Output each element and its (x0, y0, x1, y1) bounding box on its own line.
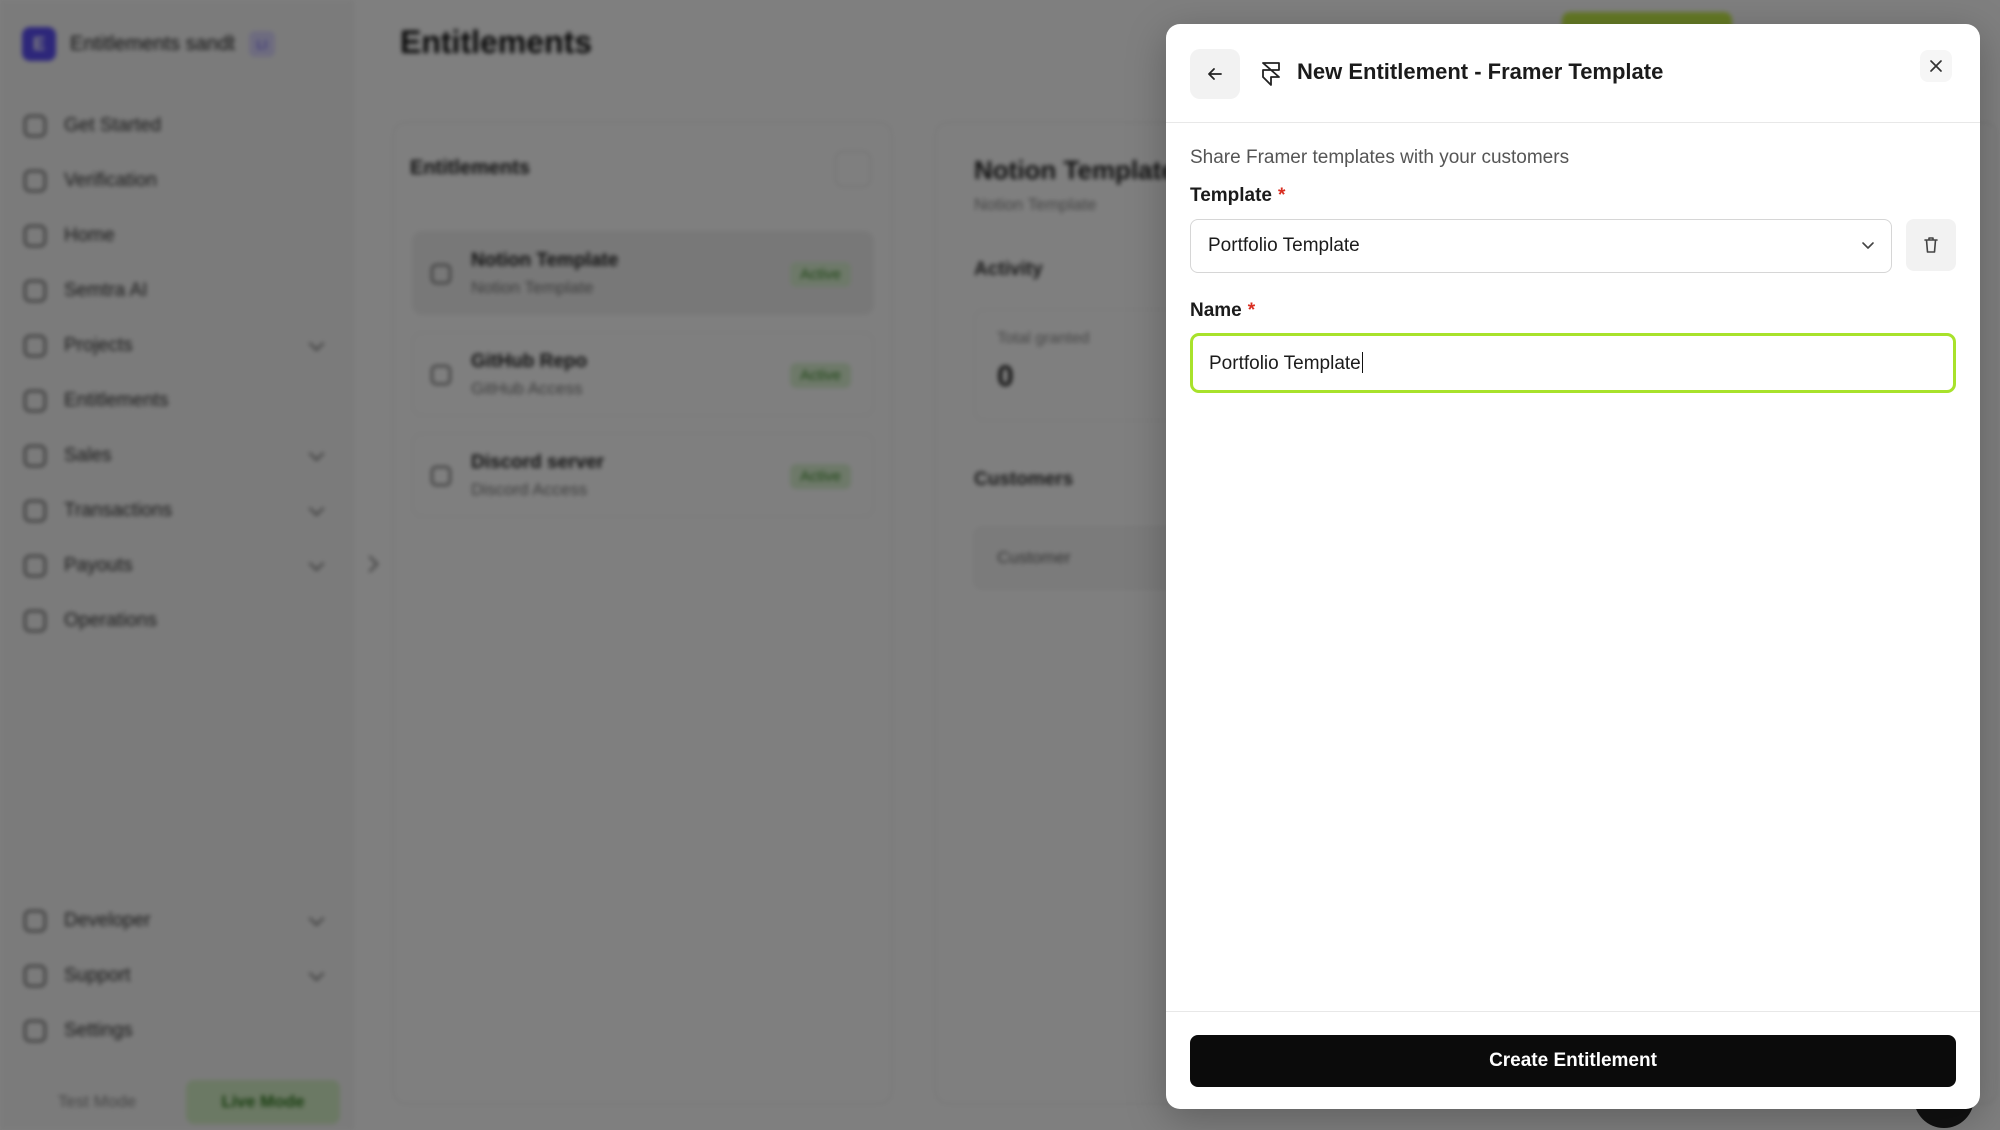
template-select-value: Portfolio Template (1208, 235, 1360, 256)
remove-template-button[interactable] (1906, 219, 1956, 271)
framer-icon (1258, 60, 1284, 88)
name-input[interactable]: Portfolio Template (1190, 333, 1956, 393)
name-input-value: Portfolio Template (1209, 352, 1364, 375)
chevron-down-icon (1862, 242, 1874, 249)
template-label: Template * (1190, 185, 1285, 207)
required-mark: * (1247, 300, 1256, 321)
trash-icon (1924, 237, 1938, 253)
name-label: Name * (1190, 300, 1255, 322)
name-label-text: Name (1190, 300, 1242, 321)
close-button[interactable] (1920, 50, 1952, 82)
back-button[interactable] (1190, 49, 1240, 99)
template-select[interactable]: Portfolio Template (1190, 219, 1892, 273)
modal-header: New Entitlement - Framer Template (1166, 24, 1980, 123)
modal-title: New Entitlement - Framer Template (1297, 59, 1664, 84)
name-text: Portfolio Template (1209, 353, 1361, 374)
create-entitlement-button[interactable]: Create Entitlement (1190, 1035, 1956, 1087)
required-mark: * (1278, 185, 1286, 206)
arrow-left-icon (1208, 68, 1222, 80)
text-caret (1361, 352, 1364, 373)
modal-description: Share Framer templates with your custome… (1190, 147, 1570, 168)
modal-footer: Create Entitlement (1166, 1011, 1980, 1109)
template-label-text: Template (1190, 185, 1273, 206)
close-icon (1930, 60, 1942, 72)
new-entitlement-modal: New Entitlement - Framer Template Share … (1166, 24, 1980, 1109)
